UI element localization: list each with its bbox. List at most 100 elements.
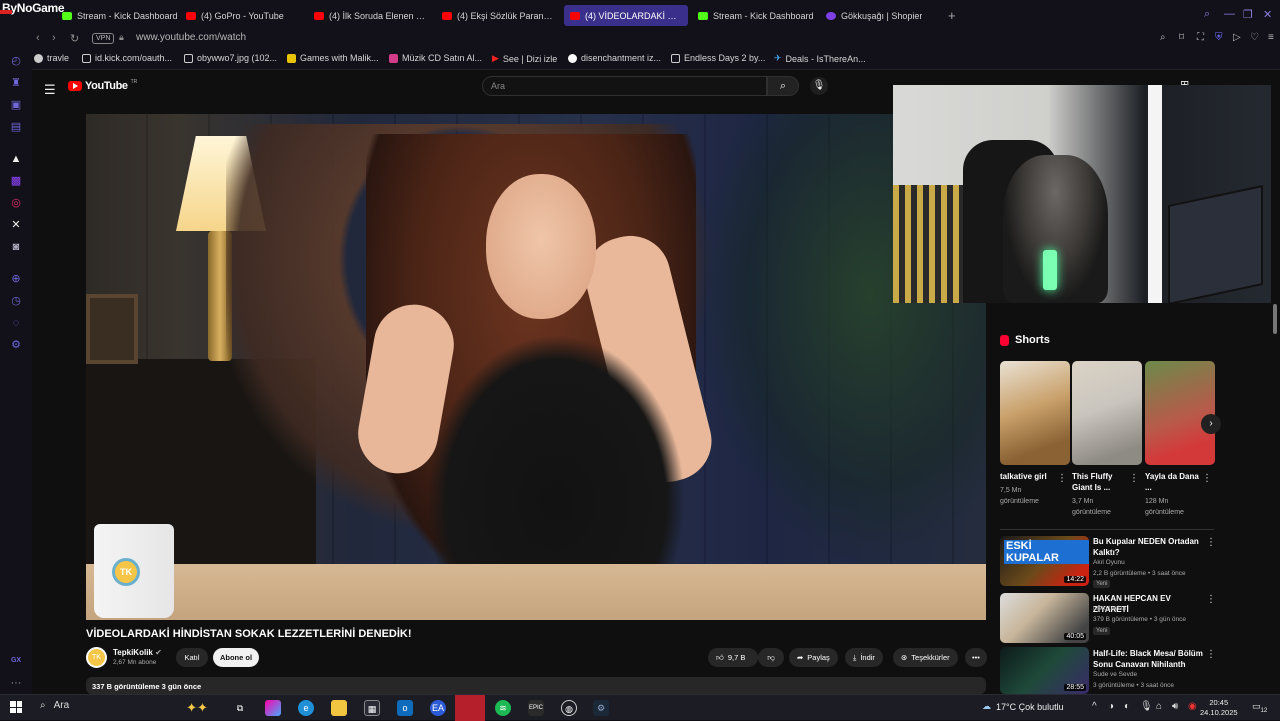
kick-app-icon[interactable]: ▲ [9,152,23,166]
copilot-icon[interactable] [265,700,281,716]
tray-chevron-icon[interactable]: ^ [1092,701,1097,712]
notification-center[interactable]: ▭12 [1252,701,1267,714]
new-tab-button[interactable]: + [948,8,956,23]
ea-icon[interactable]: EA [430,700,446,716]
x-icon[interactable]: ✕ [9,218,23,232]
settings-icon[interactable]: ⚙ [9,338,23,352]
thanks-button[interactable]: ⊛ Teşekkürler [893,648,958,667]
more-options-icon[interactable]: ⋮ [1057,473,1067,484]
url-field[interactable]: www.youtube.com/watch [136,32,246,43]
steam-icon[interactable]: ⚙ [593,700,609,716]
scrollbar[interactable] [1271,70,1280,694]
weather-widget[interactable]: ☁ 17°C Çok bulutlu [982,701,1064,712]
add-icon[interactable]: ⊕ [9,272,23,286]
network-icon[interactable]: ⌂ [1156,701,1162,712]
channel-name[interactable]: TepkiKolik ✔ [113,648,162,657]
short-title[interactable]: Yayla da Dana ... [1145,471,1201,493]
system-clock[interactable]: 20:45 24.10.2025 [1200,698,1238,718]
start-button[interactable] [10,701,22,713]
bookmark-travle[interactable]: travle [34,53,69,63]
lock-icon[interactable]: 🔒︎ [119,32,124,43]
screenshot-icon[interactable]: ⛶ [1197,32,1204,43]
obs-icon[interactable]: ◍ [561,700,577,716]
bookmark-kick-oauth[interactable]: id.kick.com/oauth... [82,53,172,63]
shorts-next-button[interactable]: › [1201,414,1221,434]
video-player[interactable]: TK [86,114,986,620]
tab-kick-dashboard-1[interactable]: Stream - Kick Dashboard [56,5,184,26]
reload-icon[interactable]: ↻ [70,32,79,45]
menu-icon[interactable]: ≡ [1268,32,1274,43]
history-icon[interactable]: ◷ [9,294,23,308]
messenger-icon[interactable]: ▣ [9,98,23,112]
bookmark-deals[interactable]: ✈ Deals - IsThereAn... [774,53,866,64]
widgets-icon[interactable]: ✦✦ [182,700,212,716]
search-button[interactable]: ⌕ [767,76,799,96]
hamburger-menu-icon[interactable]: ☰ [44,82,56,98]
recommendation-title[interactable]: Bu Kupalar NEDEN Ortadan Kalktı? [1093,536,1205,558]
more-options-icon[interactable]: ⋮ [1129,473,1139,484]
youtube-logo[interactable]: YouTube TR [68,79,137,92]
more-options-icon[interactable]: ⋮ [1206,649,1216,660]
short-title[interactable]: This Fluffy Giant Is ... [1072,471,1128,493]
bookmark-endless-days[interactable]: Endless Days 2 by... [671,53,765,63]
tab-ilk-soruda[interactable]: (4) İlk Soruda Elenen Yar [308,5,432,26]
channel-avatar[interactable]: TK [86,647,107,668]
short-thumbnail[interactable] [1145,361,1215,465]
bookmark-muzik-cd[interactable]: Müzik CD Satın Al... [389,53,482,63]
volume-icon[interactable]: 🔊︎ [1172,701,1178,712]
chat-icon[interactable]: ◌ [9,316,23,330]
forward-icon[interactable]: › [52,32,56,44]
recommendation-title[interactable]: Half-Life: Black Mesa/ Bölüm Sonu Canava… [1093,648,1205,670]
minimize-icon[interactable]: — [1224,8,1235,20]
player-icon[interactable]: ▤ [9,120,23,134]
short-thumbnail[interactable] [1072,361,1142,465]
scrollbar-thumb[interactable] [1273,304,1277,334]
gx-icon[interactable]: GX [9,654,23,668]
short-title[interactable]: talkative girl [1000,471,1056,482]
extensions-icon[interactable]: ♜ [9,76,23,90]
task-view-icon[interactable]: ⧉ [232,700,248,716]
recommendation-channel[interactable]: testo taylan [1093,605,1126,612]
tab-eksi-sozluk[interactable]: (4) Ekşi Sözlük Paranorm [436,5,560,26]
recommendation-thumbnail[interactable]: 28:55 [1000,647,1089,694]
voice-search-button[interactable]: 🎙︎ [810,77,828,95]
twitch-icon[interactable]: ▩ [9,174,23,188]
bookmark-see-dizi[interactable]: ▶ See | Dizi izle [492,53,557,64]
search-input[interactable]: Ara [482,76,767,96]
recommendation-thumbnail[interactable]: 40:05 [1000,593,1089,643]
short-thumbnail[interactable] [1000,361,1070,465]
recommendation-channel[interactable]: Akıl Oyunu [1093,559,1125,566]
tray-app-icon[interactable]: ◐ [1124,701,1130,712]
bookmark-games-malik[interactable]: Games with Malik... [287,53,379,63]
epic-games-icon[interactable]: EPIC [528,700,544,716]
back-icon[interactable]: ‹ [36,32,40,44]
recommendation-thumbnail[interactable]: ESKİ KUPALAR 14:22 [1000,536,1089,586]
share-button[interactable]: ➦ Paylaş [789,648,838,667]
zoom-icon[interactable]: ⌕ [1160,32,1166,43]
like-button[interactable]: 👍︎ 9,7 B [708,648,758,667]
tab-gopro-youtube[interactable]: (4) GoPro - YouTube [180,5,308,26]
taskbar-search[interactable]: ⌕ Ara [40,700,69,711]
more-options-icon[interactable]: ⋮ [1202,473,1212,484]
more-options-icon[interactable]: ⋮ [1206,594,1216,605]
shield-icon[interactable]: ⛨ [1215,32,1223,43]
dislike-button[interactable]: 👎︎ [758,648,784,667]
search-tabs-icon[interactable]: ⌕ [1204,8,1210,21]
more-options-icon[interactable]: ⋮ [1206,537,1216,548]
tab-kick-dashboard-2[interactable]: Stream - Kick Dashboard [692,5,820,26]
tab-shopier[interactable]: Gökkuşağı | Shopier [820,5,944,26]
instagram-icon[interactable]: ◎ [9,196,23,210]
close-icon[interactable]: ✕ [1263,8,1272,21]
opera-gx-taskbar-icon[interactable] [455,695,485,721]
tray-app-icon[interactable]: ◑ [1108,701,1114,712]
tab-active-video[interactable]: (4) VİDEOLARDAKİ HİND [564,5,688,26]
play-icon[interactable]: ▷ [1233,32,1241,43]
more-icon[interactable]: ··· [9,676,23,690]
description-box[interactable]: 337 B görüntüleme 3 gün önce [86,677,986,694]
outlook-icon[interactable]: o [397,700,413,716]
spotify-icon[interactable]: ≋ [495,700,511,716]
file-explorer-icon[interactable] [331,700,347,716]
vpn-badge[interactable]: VPN [92,33,115,44]
recommendation-channel[interactable]: Sude ve Sevde [1093,671,1137,678]
tray-status-icon[interactable]: ◉ [1188,701,1197,712]
